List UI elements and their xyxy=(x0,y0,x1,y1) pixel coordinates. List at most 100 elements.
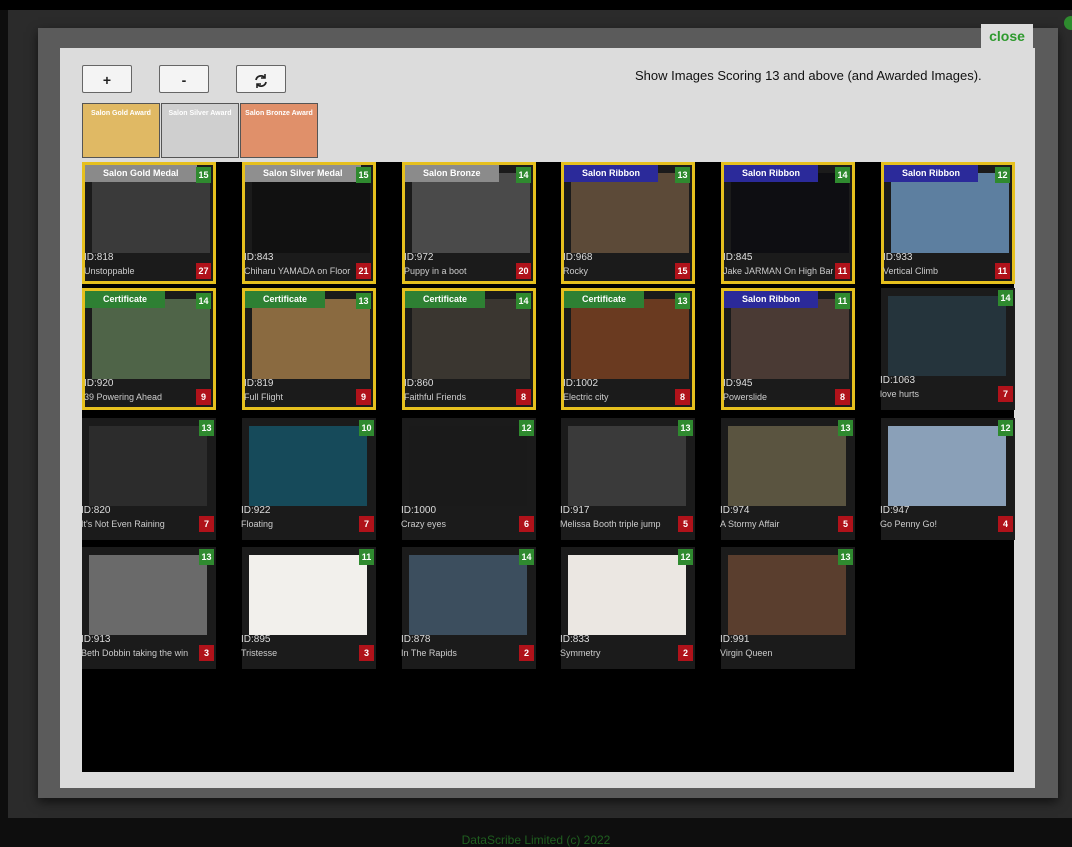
image-card[interactable]: Salon Ribbon 11 ID:945 Powerslide 8 xyxy=(721,288,855,410)
image-id: ID:1000 xyxy=(401,505,437,516)
image-card[interactable]: 12 ID:1000 Crazy eyes 6 xyxy=(401,418,536,540)
image-id: ID:974 xyxy=(720,505,750,516)
score-badge: 15 xyxy=(196,167,211,183)
image-thumbnail[interactable] xyxy=(409,555,527,635)
rank-badge: 8 xyxy=(835,389,850,405)
image-thumbnail[interactable] xyxy=(888,296,1006,376)
image-card[interactable]: Salon Gold Medal 15 ID:818 Unstoppable 27 xyxy=(82,162,216,284)
image-card[interactable]: 12 ID:947 Go Penny Go! 4 xyxy=(880,418,1015,540)
image-id: ID:820 xyxy=(81,505,111,516)
score-badge: 13 xyxy=(838,549,853,565)
rank-badge: 9 xyxy=(196,389,211,405)
image-card[interactable]: 13 ID:917 Melissa Booth triple jump 5 xyxy=(560,418,695,540)
image-card[interactable]: 10 ID:922 Floating 7 xyxy=(241,418,376,540)
image-title: Beth Dobbin taking the win xyxy=(81,648,189,658)
award-label: Salon Ribbon xyxy=(564,165,658,182)
rank-badge: 2 xyxy=(519,645,534,661)
image-thumbnail[interactable] xyxy=(888,426,1006,506)
image-thumbnail[interactable] xyxy=(92,173,210,253)
score-badge: 12 xyxy=(998,420,1013,436)
image-thumbnail[interactable] xyxy=(412,173,530,253)
score-badge: 12 xyxy=(519,420,534,436)
close-button[interactable]: close xyxy=(981,24,1033,49)
score-badge: 11 xyxy=(359,549,374,565)
image-id: ID:947 xyxy=(880,505,910,516)
image-title: A Stormy Affair xyxy=(720,519,780,529)
image-thumbnail[interactable] xyxy=(571,299,689,379)
image-id: ID:922 xyxy=(241,505,271,516)
award-label: Certificate xyxy=(405,291,486,308)
score-badge: 13 xyxy=(675,167,690,183)
image-card[interactable]: Salon Ribbon 13 ID:968 Rocky 15 xyxy=(561,162,695,284)
image-title: Unstoppable xyxy=(84,266,135,276)
image-id: ID:819 xyxy=(244,378,274,389)
image-card[interactable]: Salon Silver Medal 15 ID:843 Chiharu YAMADA… xyxy=(242,162,376,284)
image-id: ID:1063 xyxy=(880,375,916,386)
score-badge: 13 xyxy=(199,420,214,436)
zoom-in-button[interactable]: + xyxy=(82,65,132,93)
score-badge: 13 xyxy=(675,293,690,309)
image-card[interactable]: 12 ID:833 Symmetry 2 xyxy=(560,547,695,669)
image-thumbnail[interactable] xyxy=(89,426,207,506)
legend-salon-bronze-award: Salon Bronze Award xyxy=(240,103,318,158)
image-thumbnail[interactable] xyxy=(412,299,530,379)
image-card[interactable]: 14 ID:1063 love hurts 7 xyxy=(880,288,1015,410)
image-title: It's Not Even Raining xyxy=(81,519,165,529)
image-title: 39 Powering Ahead xyxy=(84,392,163,402)
image-card[interactable]: Salon Ribbon 14 ID:845 Jake JARMAN On High … xyxy=(721,162,855,284)
image-card[interactable]: 13 ID:820 It's Not Even Raining 7 xyxy=(81,418,216,540)
score-badge: 13 xyxy=(199,549,214,565)
image-thumbnail[interactable] xyxy=(92,299,210,379)
image-thumbnail[interactable] xyxy=(891,173,1009,253)
rank-badge: 8 xyxy=(516,389,531,405)
filter-description: Show Images Scoring 13 and above (and Aw… xyxy=(635,68,982,83)
image-card[interactable]: Salon Bronze 14 ID:972 Puppy in a boot 20 xyxy=(402,162,536,284)
image-card[interactable]: Certificate 13 ID:1002 Electric city 8 xyxy=(561,288,695,410)
image-card[interactable]: Salon Ribbon 12 ID:933 Vertical Climb 11 xyxy=(881,162,1015,284)
rank-badge: 8 xyxy=(675,389,690,405)
image-thumbnail[interactable] xyxy=(731,299,849,379)
image-thumbnail[interactable] xyxy=(568,555,686,635)
image-title: Vertical Climb xyxy=(883,266,939,276)
image-title: Rocky xyxy=(563,266,589,276)
image-id: ID:913 xyxy=(81,634,111,645)
image-thumbnail[interactable] xyxy=(89,555,207,635)
award-label: Salon Silver Medal xyxy=(245,165,361,182)
zoom-out-button[interactable]: - xyxy=(159,65,209,93)
score-badge: 14 xyxy=(998,290,1013,306)
refresh-icon xyxy=(255,74,267,89)
rank-badge: 27 xyxy=(196,263,211,279)
image-card[interactable]: 13 ID:913 Beth Dobbin taking the win 3 xyxy=(81,547,216,669)
image-id: ID:833 xyxy=(560,634,590,645)
image-thumbnail[interactable] xyxy=(728,555,846,635)
image-thumbnail[interactable] xyxy=(249,426,367,506)
top-band xyxy=(0,0,1072,10)
image-thumbnail[interactable] xyxy=(728,426,846,506)
legend-salon-silver-award: Salon Silver Award xyxy=(161,103,239,158)
image-card[interactable]: 13 ID:991 Virgin Queen xyxy=(720,547,855,669)
image-thumbnail[interactable] xyxy=(409,426,527,506)
image-id: ID:968 xyxy=(563,252,593,263)
image-card[interactable]: Certificate 14 ID:860 Faithful Friends 8 xyxy=(402,288,536,410)
image-card[interactable]: Certificate 14 ID:920 39 Powering Ahead 9 xyxy=(82,288,216,410)
legend-salon-gold-award: Salon Gold Award xyxy=(82,103,160,158)
image-card[interactable]: 13 ID:974 A Stormy Affair 5 xyxy=(720,418,855,540)
refresh-button[interactable] xyxy=(236,65,286,93)
image-card[interactable]: 14 ID:878 In The Rapids 2 xyxy=(401,547,536,669)
rank-badge: 9 xyxy=(356,389,371,405)
image-id: ID:895 xyxy=(241,634,271,645)
image-id: ID:972 xyxy=(404,252,434,263)
award-label: Salon Ribbon xyxy=(724,291,818,308)
award-label: Salon Bronze xyxy=(405,165,499,182)
image-card[interactable]: 11 ID:895 Tristesse 3 xyxy=(241,547,376,669)
image-thumbnail[interactable] xyxy=(252,299,370,379)
image-id: ID:920 xyxy=(84,378,114,389)
image-thumbnail[interactable] xyxy=(571,173,689,253)
image-card[interactable]: Certificate 13 ID:819 Full Flight 9 xyxy=(242,288,376,410)
image-thumbnail[interactable] xyxy=(249,555,367,635)
image-thumbnail[interactable] xyxy=(252,173,370,253)
image-title: Powerslide xyxy=(723,392,768,402)
image-title: Go Penny Go! xyxy=(880,519,938,529)
image-thumbnail[interactable] xyxy=(731,173,849,253)
image-thumbnail[interactable] xyxy=(568,426,686,506)
